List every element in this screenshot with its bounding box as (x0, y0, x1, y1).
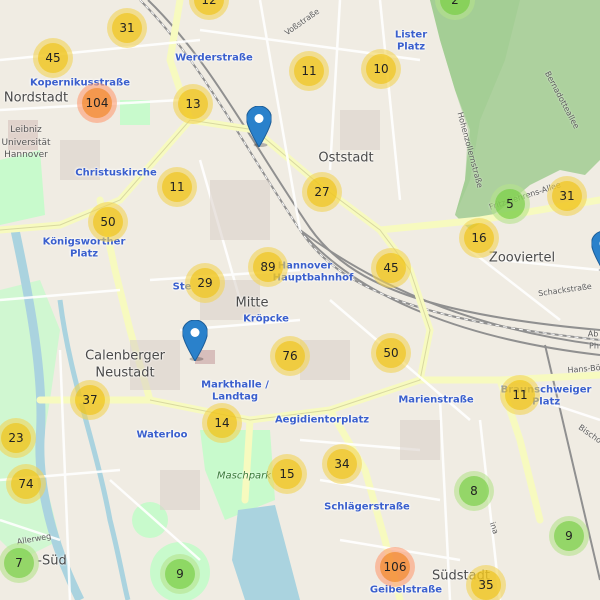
cluster-count: 50 (383, 346, 399, 360)
marker-cluster[interactable]: 11 (157, 167, 197, 207)
cluster-count: 23 (8, 431, 24, 445)
marker-cluster[interactable]: 50 (371, 333, 411, 373)
cluster-count: 37 (82, 393, 98, 407)
marker-cluster[interactable]: 37 (70, 380, 110, 420)
marker-cluster[interactable]: 34 (322, 444, 362, 484)
cluster-count: 11 (301, 64, 317, 78)
cluster-count: 74 (18, 477, 34, 491)
marker-cluster[interactable]: 8 (454, 471, 494, 511)
marker-cluster[interactable]: 5 (490, 184, 530, 224)
cluster-count: 50 (100, 215, 116, 229)
cluster-count: 31 (119, 21, 135, 35)
cluster-count: 45 (45, 51, 61, 65)
marker-cluster[interactable]: 76 (270, 336, 310, 376)
marker-cluster[interactable]: 74 (6, 464, 46, 504)
cluster-count: 7 (15, 556, 23, 570)
marker-cluster[interactable]: 16 (459, 218, 499, 258)
cluster-count: 104 (85, 96, 109, 110)
cluster-count: 35 (478, 578, 494, 592)
marker-cluster[interactable]: 9 (160, 554, 200, 594)
cluster-count: 9 (565, 529, 573, 543)
marker-cluster[interactable]: 14 (202, 403, 242, 443)
marker-cluster[interactable]: 27 (302, 172, 342, 212)
marker-cluster[interactable]: 9 (549, 516, 589, 556)
marker-cluster[interactable]: 7 (0, 543, 39, 583)
marker-cluster[interactable]: 35 (466, 565, 506, 600)
cluster-count: 9 (176, 567, 184, 581)
cluster-count: 13 (185, 97, 201, 111)
marker-cluster[interactable]: 89 (248, 247, 288, 287)
map-viewport[interactable]: Nordstadt Oststadt Zooviertel Mitte Cale… (0, 0, 600, 600)
marker-cluster[interactable]: 45 (371, 248, 411, 288)
cluster-count: 106 (383, 560, 407, 574)
marker-cluster[interactable]: 104 (77, 83, 117, 123)
cluster-count: 8 (470, 484, 478, 498)
map-marker-icon[interactable] (245, 105, 273, 148)
cluster-count: 16 (471, 231, 487, 245)
cluster-count: 11 (169, 180, 185, 194)
cluster-count: 14 (214, 416, 230, 430)
cluster-count: 10 (373, 62, 389, 76)
marker-cluster[interactable]: 11 (289, 51, 329, 91)
cluster-count: 2 (451, 0, 459, 7)
cluster-count: 29 (197, 276, 213, 290)
marker-cluster[interactable]: 106 (375, 547, 415, 587)
marker-cluster[interactable]: 15 (267, 454, 307, 494)
marker-cluster[interactable]: 45 (33, 38, 73, 78)
cluster-count: 11 (512, 388, 528, 402)
cluster-count: 76 (282, 349, 298, 363)
map-marker-icon[interactable] (590, 231, 600, 272)
marker-cluster[interactable]: 29 (185, 263, 225, 303)
cluster-count: 89 (260, 260, 276, 274)
cluster-count: 34 (334, 457, 350, 471)
cluster-count: 27 (314, 185, 330, 199)
marker-cluster[interactable]: 31 (107, 8, 147, 48)
marker-cluster[interactable]: 50 (88, 202, 128, 242)
map-marker-icon[interactable] (181, 319, 209, 362)
marker-cluster[interactable]: 10 (361, 49, 401, 89)
cluster-count: 15 (279, 467, 295, 481)
cluster-count: 45 (383, 261, 399, 275)
marker-cluster[interactable]: 31 (547, 176, 587, 216)
marker-cluster[interactable]: 11 (500, 375, 540, 415)
cluster-count: 12 (201, 0, 217, 7)
cluster-count: 5 (506, 197, 514, 211)
marker-cluster[interactable]: 13 (173, 84, 213, 124)
cluster-count: 31 (559, 189, 575, 203)
